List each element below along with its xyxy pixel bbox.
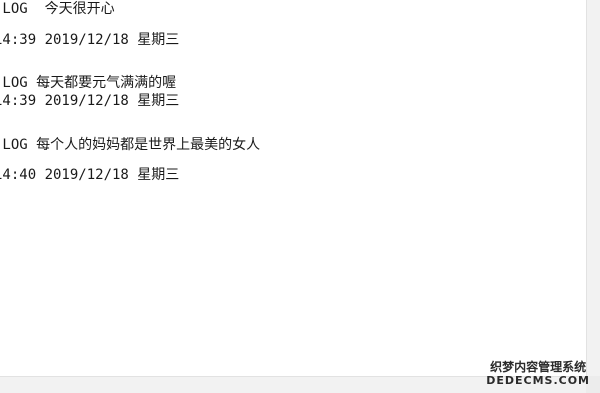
timestamp-line: 14:40 2019/12/18 星期三	[0, 167, 180, 183]
site-watermark: 织梦内容管理系统 DEDECMS.COM	[486, 360, 590, 388]
log-header-line: .LOG 今天很开心	[0, 1, 115, 17]
vertical-scrollbar[interactable]	[586, 0, 600, 376]
log-header-line: .LOG 每天都要元气满满的喔	[0, 75, 177, 91]
notepad-window: .LOG 今天很开心 14:39 2019/12/18 星期三 .LOG 每天都…	[0, 0, 600, 393]
watermark-title: 织梦内容管理系统	[490, 360, 587, 374]
log-header-line: .LOG 每个人的妈妈都是世界上最美的女人	[0, 137, 261, 153]
text-edit-area[interactable]: .LOG 今天很开心 14:39 2019/12/18 星期三 .LOG 每天都…	[0, 0, 586, 376]
watermark-url: DEDECMS.COM	[486, 374, 590, 387]
timestamp-line: 14:39 2019/12/18 星期三	[0, 93, 180, 109]
timestamp-line: 14:39 2019/12/18 星期三	[0, 32, 180, 48]
